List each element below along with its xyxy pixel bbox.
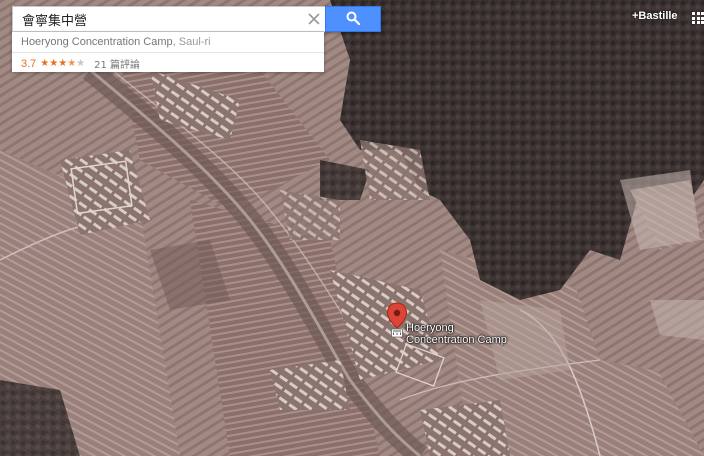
search-icon — [346, 11, 361, 28]
map-pin-icon[interactable] — [386, 302, 408, 338]
star-half-icon: ★ — [67, 57, 77, 69]
search-button[interactable] — [325, 6, 381, 32]
rating-stars: ★ ★ ★ ★ ★ — [40, 57, 86, 69]
star-icon: ★ — [40, 57, 50, 69]
search-input[interactable] — [12, 6, 325, 32]
suggestion-title: Hoeryong Concentration Camp, Saul-ri — [21, 36, 211, 48]
map-label-line2: Concentration Camp — [406, 334, 507, 346]
suggestion-place-name: Hoeryong Concentration Camp — [21, 36, 173, 48]
user-profile-link[interactable]: +Bastille — [632, 10, 678, 22]
apps-grid-icon[interactable] — [692, 12, 704, 24]
place-suggestion-card[interactable]: Hoeryong Concentration Camp, Saul-ri 3.7… — [12, 32, 324, 72]
suggestion-locality: Saul-ri — [178, 36, 211, 48]
close-icon[interactable] — [304, 9, 324, 29]
suggestion-rating-row: 3.7 ★ ★ ★ ★ ★ 21 篇評論 — [21, 56, 140, 72]
review-count[interactable]: 21 篇評論 — [94, 56, 140, 71]
star-empty-icon: ★ — [76, 57, 86, 69]
search-bar — [12, 6, 381, 32]
star-icon: ★ — [49, 57, 59, 69]
map-label-line1: Hoeryong — [406, 322, 454, 334]
divider — [12, 52, 324, 53]
rating-value: 3.7 — [21, 57, 37, 70]
landmark-icon — [391, 328, 403, 338]
star-icon: ★ — [58, 57, 68, 69]
map-place-label[interactable]: Hoeryong Concentration Camp — [406, 322, 516, 346]
